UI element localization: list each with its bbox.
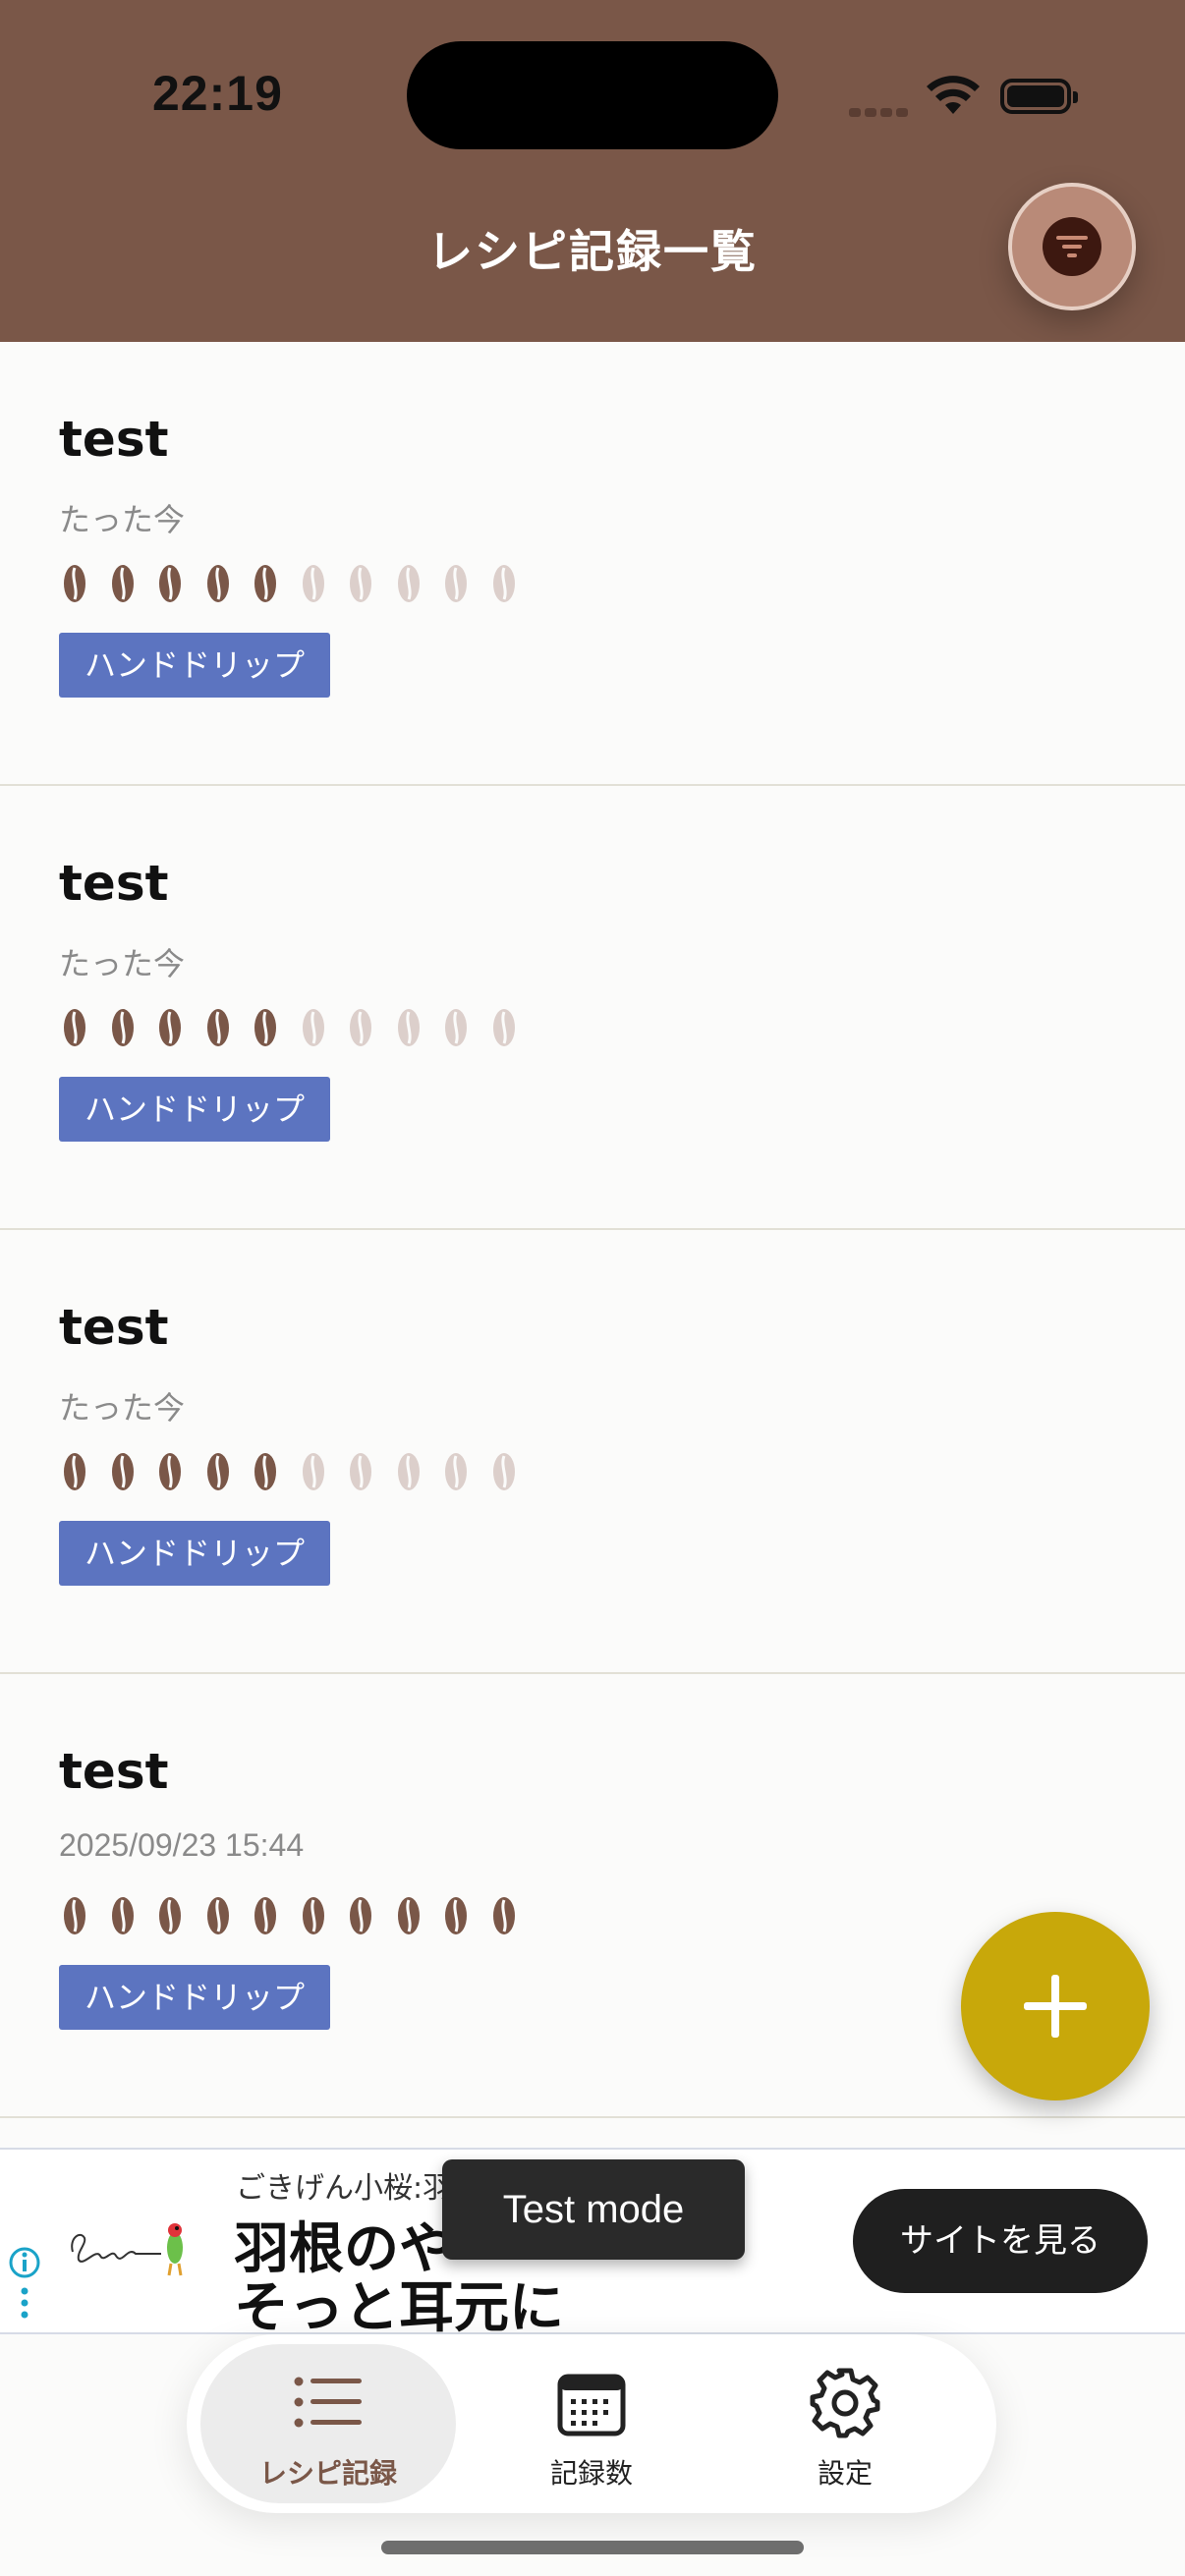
test-mode-badge: Test mode bbox=[442, 2159, 745, 2260]
bean-empty-icon bbox=[350, 1009, 371, 1046]
bean-empty-icon bbox=[302, 565, 324, 602]
app-header: 22:19 レシピ記録一覧 bbox=[0, 0, 1185, 342]
bean-filled-icon bbox=[302, 1897, 324, 1934]
gear-icon bbox=[810, 2368, 880, 2438]
bean-filled-icon bbox=[254, 1453, 276, 1490]
record-title: test bbox=[59, 1299, 169, 1356]
bean-empty-icon bbox=[492, 565, 515, 602]
bean-filled-icon bbox=[64, 1453, 85, 1490]
bean-filled-icon bbox=[159, 1453, 181, 1490]
status-time: 22:19 bbox=[152, 66, 283, 121]
bean-filled-icon bbox=[254, 1009, 276, 1046]
tab-label: 設定 bbox=[817, 2457, 873, 2490]
ad-headline-2: そっと耳元に bbox=[234, 2276, 564, 2340]
dynamic-island bbox=[407, 41, 778, 149]
bean-filled-icon bbox=[159, 1897, 181, 1934]
bean-filled-icon bbox=[492, 1897, 515, 1934]
bean-empty-icon bbox=[492, 1009, 515, 1046]
tab-record-count[interactable]: 記録数 bbox=[464, 2344, 719, 2503]
method-tag: ハンドドリップ bbox=[59, 1077, 331, 1142]
calendar-icon bbox=[557, 2374, 626, 2436]
bean-filled-icon bbox=[111, 1897, 134, 1934]
filter-button[interactable] bbox=[1008, 183, 1136, 310]
bean-filled-icon bbox=[254, 1897, 276, 1934]
bean-filled-icon bbox=[350, 1897, 371, 1934]
bean-filled-icon bbox=[206, 1897, 229, 1934]
record-date: たった今 bbox=[59, 502, 186, 537]
bean-empty-icon bbox=[397, 1453, 420, 1490]
wifi-icon bbox=[927, 76, 980, 114]
record-list: test たった今 ハンドドリップ test たった今 ハンドドリップ test… bbox=[0, 342, 1185, 2118]
tab-label: 記録数 bbox=[549, 2457, 633, 2490]
method-tag: ハンドドリップ bbox=[59, 1965, 331, 2030]
bean-empty-icon bbox=[445, 1009, 467, 1046]
tab-settings[interactable]: 設定 bbox=[717, 2344, 973, 2503]
bean-filled-icon bbox=[159, 1009, 181, 1046]
bean-filled-icon bbox=[254, 565, 276, 602]
tab-bar: レシピ記録 記録数 設定 bbox=[187, 2334, 996, 2513]
home-indicator bbox=[381, 2541, 804, 2554]
record-date: たった今 bbox=[59, 946, 186, 981]
bean-empty-icon bbox=[492, 1453, 515, 1490]
ad-info-icon[interactable] bbox=[8, 2246, 41, 2324]
list-icon bbox=[294, 2377, 362, 2428]
record-date: 2025/09/23 15:44 bbox=[59, 1827, 305, 1863]
filter-icon bbox=[1043, 217, 1101, 276]
record-card[interactable]: test たった今 ハンドドリップ bbox=[0, 1230, 1185, 1674]
cellular-signal-icon bbox=[849, 102, 912, 121]
ad-cta-button[interactable]: サイトを見る bbox=[853, 2189, 1148, 2293]
bean-filled-icon bbox=[445, 1897, 467, 1934]
bean-empty-icon bbox=[302, 1453, 324, 1490]
bean-empty-icon bbox=[445, 565, 467, 602]
bean-filled-icon bbox=[159, 565, 181, 602]
method-tag: ハンドドリップ bbox=[59, 633, 331, 698]
record-card[interactable]: test たった今 ハンドドリップ bbox=[0, 786, 1185, 1230]
advertiser-logo bbox=[71, 2223, 183, 2276]
bean-empty-icon bbox=[350, 565, 371, 602]
tab-recipes[interactable]: レシピ記録 bbox=[200, 2344, 456, 2503]
bean-empty-icon bbox=[350, 1453, 371, 1490]
bean-empty-icon bbox=[445, 1453, 467, 1490]
bean-empty-icon bbox=[302, 1009, 324, 1046]
battery-icon bbox=[1000, 79, 1078, 114]
bean-filled-icon bbox=[206, 1453, 229, 1490]
add-record-button[interactable] bbox=[961, 1912, 1150, 2100]
bean-filled-icon bbox=[64, 1897, 85, 1934]
bean-filled-icon bbox=[64, 1009, 85, 1046]
record-title: test bbox=[59, 411, 169, 468]
ad-advertiser: ごきげん小桜:羽 bbox=[236, 2171, 453, 2206]
bean-filled-icon bbox=[397, 1897, 420, 1934]
bean-empty-icon bbox=[397, 1009, 420, 1046]
record-title: test bbox=[59, 1743, 169, 1800]
method-tag: ハンドドリップ bbox=[59, 1521, 331, 1586]
bean-empty-icon bbox=[397, 565, 420, 602]
record-date: たった今 bbox=[59, 1390, 186, 1426]
tab-label: レシピ記録 bbox=[258, 2457, 397, 2490]
bean-filled-icon bbox=[206, 1009, 229, 1046]
bean-filled-icon bbox=[64, 565, 85, 602]
record-title: test bbox=[59, 855, 169, 912]
bean-filled-icon bbox=[111, 1009, 134, 1046]
bean-filled-icon bbox=[206, 565, 229, 602]
bean-filled-icon bbox=[111, 565, 134, 602]
bean-filled-icon bbox=[111, 1453, 134, 1490]
record-card[interactable]: test たった今 ハンドドリップ bbox=[0, 342, 1185, 786]
